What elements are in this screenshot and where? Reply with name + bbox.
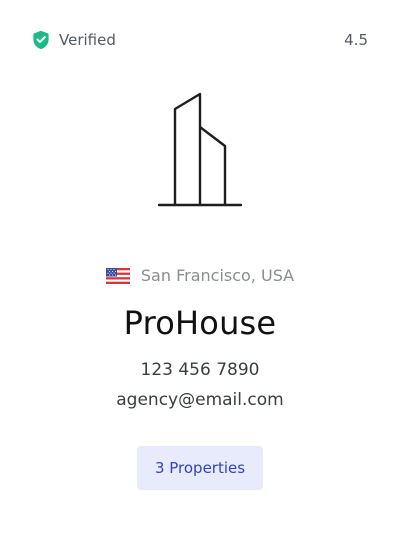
building-icon — [157, 92, 243, 207]
location: San Francisco, USA — [0, 266, 400, 285]
email-address: agency@email.com — [116, 390, 284, 410]
location-text: San Francisco, USA — [140, 266, 295, 285]
agency-card: Verified 4.5 San Francisco, USA ProHouse… — [0, 0, 400, 534]
verified-label: Verified — [59, 31, 116, 49]
properties-button[interactable]: 3 Properties — [137, 446, 263, 490]
phone-number: 123 456 7890 — [140, 360, 260, 380]
agency-name: ProHouse — [123, 304, 277, 342]
shield-check-icon — [32, 30, 50, 50]
card-header: Verified 4.5 — [32, 28, 368, 52]
us-flag-icon — [105, 267, 130, 284]
verified-badge: Verified — [32, 30, 116, 50]
rating-value: 4.5 — [344, 31, 368, 49]
